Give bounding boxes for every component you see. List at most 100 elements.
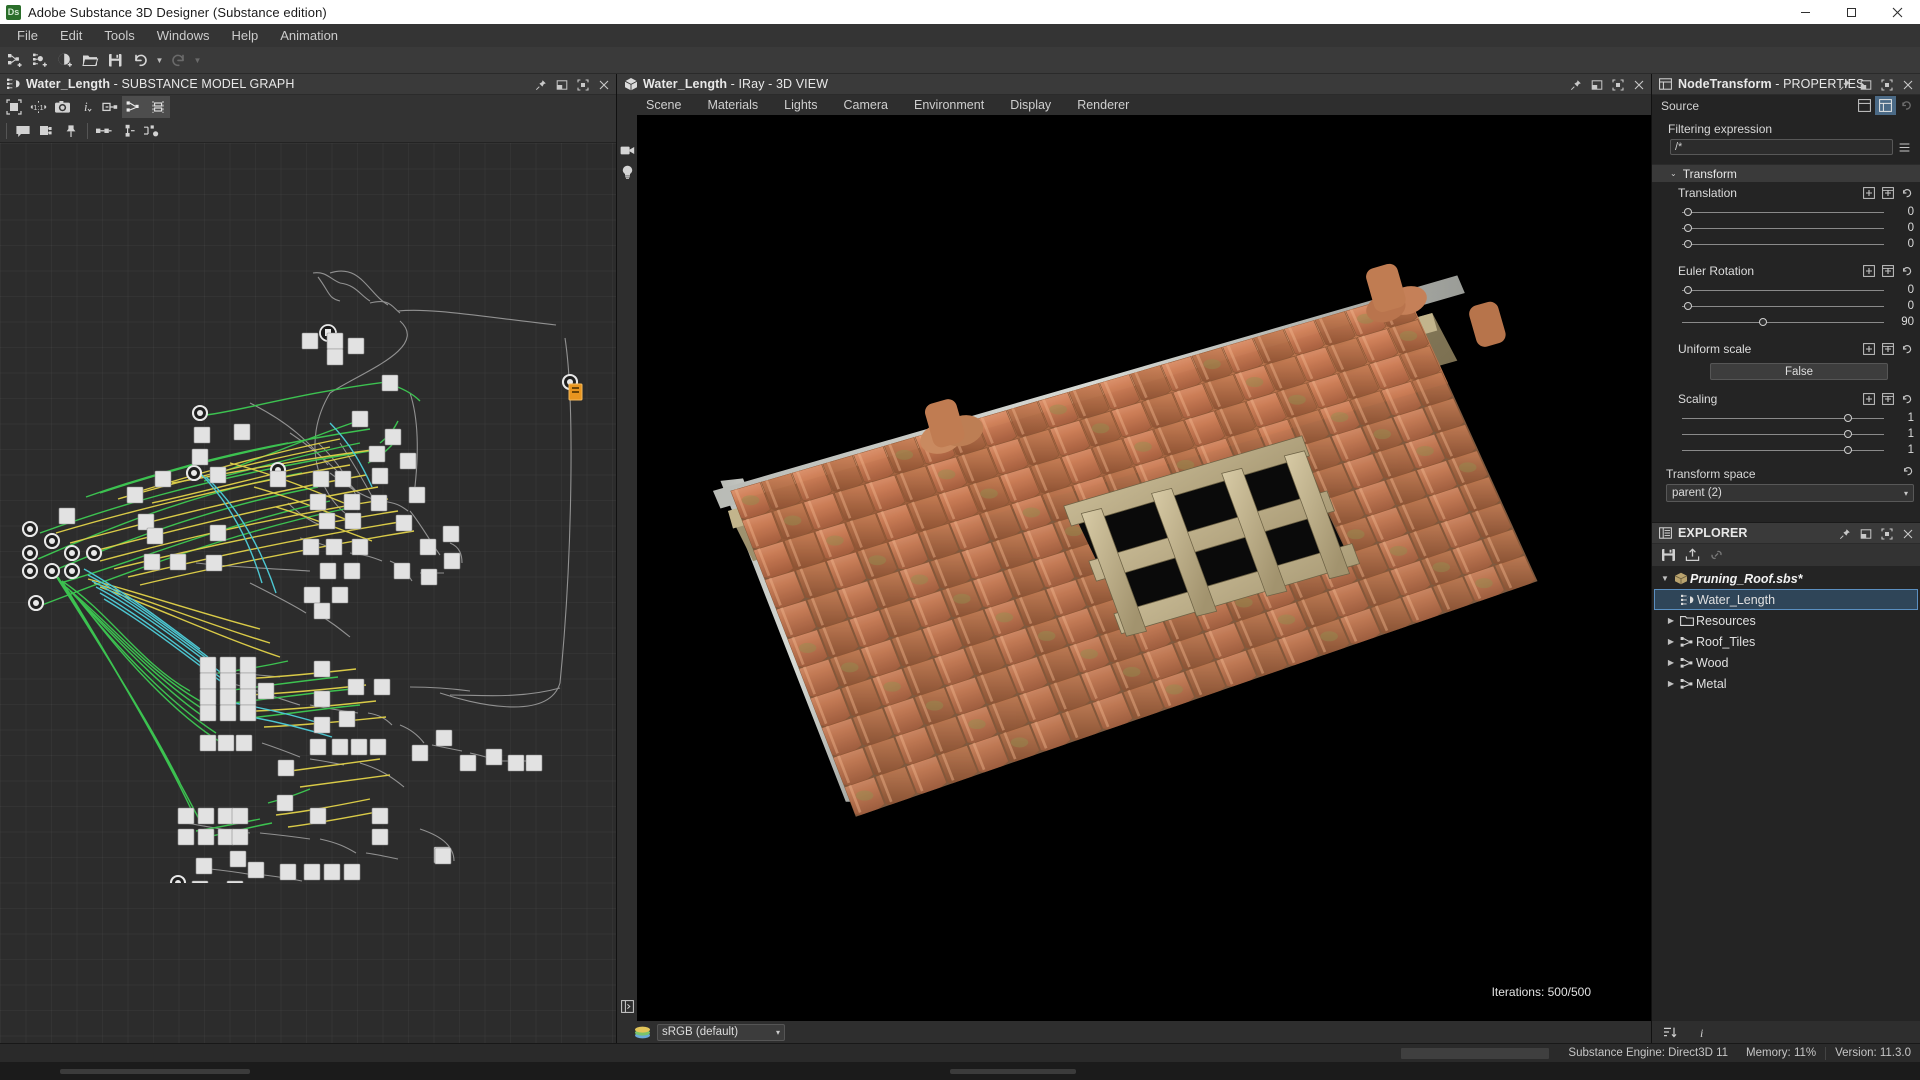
expand-panel-icon[interactable] xyxy=(617,995,637,1017)
translation-z-slider[interactable]: 0 xyxy=(1652,236,1920,252)
new-graph-icon[interactable] xyxy=(3,48,28,72)
source-mode-a-icon[interactable] xyxy=(1854,96,1875,115)
camera-icon[interactable] xyxy=(617,139,637,161)
reset-param-icon[interactable] xyxy=(1898,262,1916,280)
link-param-icon[interactable] xyxy=(1879,184,1897,202)
light-bulb-icon[interactable] xyxy=(617,161,637,183)
slider-knob[interactable] xyxy=(1684,208,1692,216)
close-icon[interactable] xyxy=(1628,74,1649,95)
slider-knob[interactable] xyxy=(1684,286,1692,294)
graph-layout-icon[interactable] xyxy=(122,96,146,118)
close-button[interactable] xyxy=(1874,0,1920,24)
3d-viewport[interactable]: Iterations: 500/500 xyxy=(617,115,1651,1021)
slider-knob[interactable] xyxy=(1844,414,1852,422)
redo-dropdown-icon[interactable]: ▼ xyxy=(191,48,204,72)
pin-icon[interactable] xyxy=(1834,523,1855,544)
connect-nodes-icon[interactable] xyxy=(92,120,116,142)
menu-windows[interactable]: Windows xyxy=(146,24,221,47)
pin-icon[interactable] xyxy=(530,74,551,95)
reset-param-icon[interactable] xyxy=(1898,390,1916,408)
translation-x-slider[interactable]: 0 xyxy=(1652,204,1920,220)
add-keyframe-icon[interactable] xyxy=(1860,184,1878,202)
slider-knob[interactable] xyxy=(1684,302,1692,310)
zoom-1-1-icon[interactable]: 1:1 xyxy=(26,96,50,118)
slider-knob[interactable] xyxy=(1844,446,1852,454)
arrange-nodes-icon[interactable] xyxy=(140,120,164,142)
menu-edit[interactable]: Edit xyxy=(49,24,93,47)
source-reset-icon[interactable] xyxy=(1896,96,1917,115)
undo-icon[interactable] xyxy=(128,48,153,72)
view-menu-display[interactable]: Display xyxy=(997,95,1064,115)
float-icon[interactable] xyxy=(1586,74,1607,95)
comment-icon[interactable] xyxy=(11,120,35,142)
tree-item-resources[interactable]: ▶ Resources xyxy=(1652,610,1920,631)
maximize-icon[interactable] xyxy=(572,74,593,95)
view-menu-scene[interactable]: Scene xyxy=(633,95,694,115)
reset-icon[interactable] xyxy=(1902,465,1914,477)
filtering-expression-input[interactable] xyxy=(1670,139,1893,155)
new-model-graph-icon[interactable] xyxy=(28,48,53,72)
add-keyframe-icon[interactable] xyxy=(1860,390,1878,408)
chevron-right-icon[interactable]: ▶ xyxy=(1664,616,1678,625)
add-keyframe-icon[interactable] xyxy=(1860,262,1878,280)
close-icon[interactable] xyxy=(593,74,614,95)
view-menu-materials[interactable]: Materials xyxy=(694,95,771,115)
maximize-icon[interactable] xyxy=(1607,74,1628,95)
tree-item-metal[interactable]: ▶ Metal xyxy=(1652,673,1920,694)
slider-knob[interactable] xyxy=(1684,224,1692,232)
colorspace-select[interactable]: sRGB (default) ▾ xyxy=(657,1024,785,1041)
link-package-icon[interactable] xyxy=(1704,545,1728,565)
float-icon[interactable] xyxy=(1855,523,1876,544)
transform-space-select[interactable]: parent (2) ▾ xyxy=(1666,484,1914,502)
reset-param-icon[interactable] xyxy=(1898,184,1916,202)
translation-y-slider[interactable]: 0 xyxy=(1652,220,1920,236)
link-param-icon[interactable] xyxy=(1879,340,1897,358)
screenshot-icon[interactable] xyxy=(50,96,74,118)
redo-icon[interactable] xyxy=(166,48,191,72)
sort-icon[interactable] xyxy=(1658,1022,1682,1042)
align-nodes-icon[interactable] xyxy=(146,96,170,118)
explorer-tree[interactable]: ▼ Pruning_Roof.sbs* xyxy=(1652,566,1920,1021)
link-param-icon[interactable] xyxy=(1879,262,1897,280)
euler-x-slider[interactable]: 0 xyxy=(1652,282,1920,298)
float-icon[interactable] xyxy=(1855,74,1876,95)
view-menu-lights[interactable]: Lights xyxy=(771,95,830,115)
source-mode-b-icon[interactable] xyxy=(1875,96,1896,115)
uniform-scale-toggle[interactable]: False xyxy=(1710,363,1888,380)
maximize-icon[interactable] xyxy=(1876,74,1897,95)
tree-item-roof-tiles[interactable]: ▶ Roof_Tiles xyxy=(1652,631,1920,652)
close-icon[interactable] xyxy=(1897,74,1918,95)
add-keyframe-icon[interactable] xyxy=(1860,340,1878,358)
fit-view-icon[interactable] xyxy=(2,96,26,118)
selected-node[interactable] xyxy=(569,384,582,400)
menu-file[interactable]: File xyxy=(6,24,49,47)
chevron-down-icon[interactable]: ▼ xyxy=(1658,574,1672,583)
reset-param-icon[interactable] xyxy=(1898,340,1916,358)
maximize-icon[interactable] xyxy=(1876,523,1897,544)
expression-menu-icon[interactable] xyxy=(1897,140,1911,155)
slider-knob[interactable] xyxy=(1844,430,1852,438)
info-icon[interactable]: i xyxy=(1690,1022,1714,1042)
info-icon[interactable]: i xyxy=(74,96,98,118)
frame-icon[interactable] xyxy=(35,120,59,142)
euler-z-slider[interactable]: 90 xyxy=(1652,314,1920,330)
menu-help[interactable]: Help xyxy=(220,24,269,47)
view-menu-camera[interactable]: Camera xyxy=(831,95,901,115)
new-material-icon[interactable] xyxy=(53,48,78,72)
view-menu-renderer[interactable]: Renderer xyxy=(1064,95,1142,115)
output-node-icon[interactable] xyxy=(98,96,122,118)
tree-item-wood[interactable]: ▶ Wood xyxy=(1652,652,1920,673)
float-icon[interactable] xyxy=(551,74,572,95)
view-menu-environment[interactable]: Environment xyxy=(901,95,997,115)
euler-y-slider[interactable]: 0 xyxy=(1652,298,1920,314)
transform-section-header[interactable]: ⌄ Transform xyxy=(1652,164,1920,182)
save-icon[interactable] xyxy=(103,48,128,72)
menu-tools[interactable]: Tools xyxy=(93,24,145,47)
slider-knob[interactable] xyxy=(1759,318,1767,326)
tree-item-package[interactable]: ▼ Pruning_Roof.sbs* xyxy=(1652,568,1920,589)
pin-icon[interactable] xyxy=(1834,74,1855,95)
maximize-button[interactable] xyxy=(1828,0,1874,24)
chevron-right-icon[interactable]: ▶ xyxy=(1664,658,1678,667)
node-graph-canvas[interactable] xyxy=(0,143,616,1043)
node-properties-icon[interactable] xyxy=(116,120,140,142)
